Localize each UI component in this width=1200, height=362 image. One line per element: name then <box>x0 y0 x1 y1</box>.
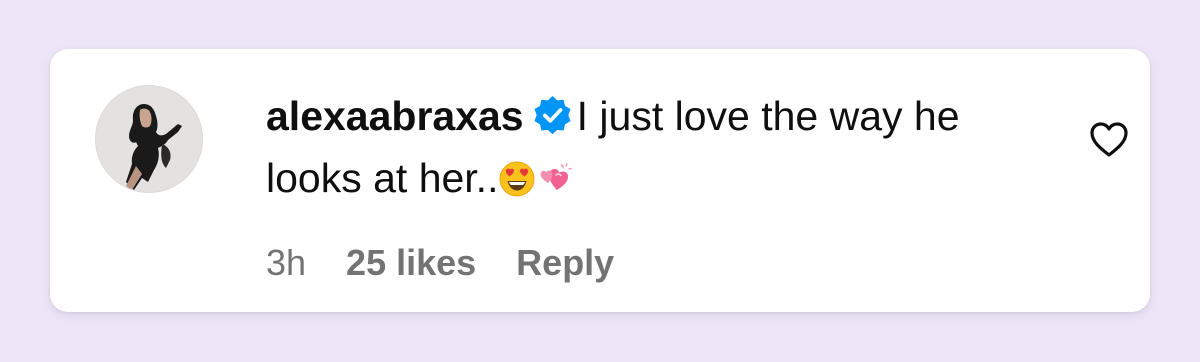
like-heart-icon[interactable] <box>1088 119 1130 159</box>
revolving-hearts-emoji-icon <box>536 160 574 198</box>
comment-timestamp: 3h <box>266 242 307 283</box>
comment-text-block: alexaabraxas I just love the way he look… <box>266 85 1056 209</box>
verified-badge-icon <box>532 95 573 136</box>
heart-eyes-emoji-icon <box>498 160 536 198</box>
likes-count-link[interactable]: 25 likes <box>346 242 476 283</box>
comment-card: alexaabraxas I just love the way he look… <box>50 49 1150 312</box>
avatar[interactable] <box>95 85 203 193</box>
reply-button[interactable]: Reply <box>516 242 614 283</box>
comment-username[interactable]: alexaabraxas <box>266 93 524 139</box>
comment-meta: 3h 25 likes Reply <box>266 241 614 285</box>
avatar-image <box>96 86 202 192</box>
